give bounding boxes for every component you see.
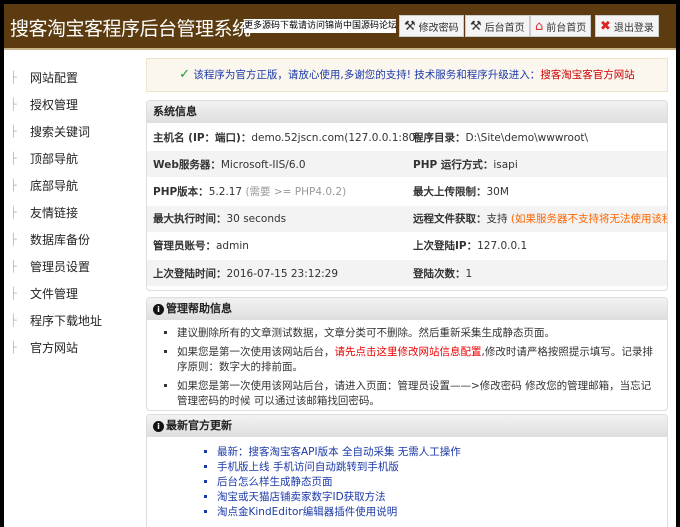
admin-home-button[interactable]: ⚒后台首页	[465, 15, 530, 37]
tree-line-icon: ├	[10, 152, 30, 165]
tree-line-icon: ├	[10, 233, 30, 246]
official-site-link[interactable]: 搜客淘宝客官方网站	[540, 69, 635, 81]
marquee-notice[interactable]: 更多源码下载请访问锦尚中国源码论坛	[244, 19, 396, 33]
info-row: 主机名 (IP：端口)：demo.52jscn.com(127.0.0.1:80…	[147, 123, 667, 150]
info-cell: 管理员账号：admin	[147, 238, 407, 253]
sidebar-item[interactable]: ├程序下载地址	[4, 307, 144, 334]
news-link[interactable]: 淘宝或天猫店铺卖家数字ID获取方法	[217, 490, 667, 505]
app-title: 搜客淘宝客程序后台管理系统	[10, 14, 251, 41]
info-row: 最大执行时间：30 seconds远程文件获取：支持 (如果服务器不支持将无法使…	[147, 205, 667, 232]
sidebar-item[interactable]: ├管理员设置	[4, 253, 144, 280]
news-link[interactable]: 最新：搜客淘宝客API版本 全自动采集 无需人工操作	[217, 445, 667, 460]
license-notice: ✓ 该程序为官方正版，请放心使用,多谢您的支持! 技术服务和程序升级进入：搜客淘…	[146, 58, 668, 92]
info-icon: i	[153, 421, 164, 432]
tools-icon: ⚒	[470, 19, 482, 34]
logout-button[interactable]: ✖退出登录	[595, 15, 659, 37]
change-password-button[interactable]: ⚒修改密码	[399, 15, 464, 37]
site-config-link[interactable]: 请先点击这里修改网站信息配置	[335, 346, 482, 358]
news-panel: i最新官方更新 最新：搜客淘宝客API版本 全自动采集 无需人工操作手机版上线 …	[146, 414, 668, 527]
sidebar-item[interactable]: ├数据库备份	[4, 226, 144, 253]
info-row: 管理员账号：admin上次登陆IP：127.0.0.1	[147, 232, 667, 259]
sidebar-item[interactable]: ├网站配置	[4, 64, 144, 91]
tree-line-icon: ├	[10, 179, 30, 192]
info-cell: PHP版本：5.2.17 (需要 >= PHP4.0.2)	[147, 184, 407, 199]
home-icon: ⌂	[535, 19, 543, 34]
help-panel: i管理帮助信息 建议删除所有的文章测试数据，文章分类可不删除。然后重新采集生成静…	[146, 297, 668, 411]
sidebar: ├网站配置├授权管理├搜索关键词├顶部导航├底部导航├友情链接├数据库备份├管理…	[4, 64, 144, 361]
tree-line-icon: ├	[10, 314, 30, 327]
news-link[interactable]: 后台怎么样生成静态页面	[217, 475, 667, 490]
sidebar-item[interactable]: ├底部导航	[4, 172, 144, 199]
news-link[interactable]: 手机版上线 手机访问自动跳转到手机版	[217, 460, 667, 475]
panel-title: 最新官方更新	[166, 419, 232, 432]
info-row: 上次登陆时间：2016-07-15 23:12:29登陆次数：1	[147, 259, 667, 286]
sidebar-item[interactable]: ├搜索关键词	[4, 118, 144, 145]
panel-title: 管理帮助信息	[166, 302, 232, 315]
system-info-panel: 系统信息 主机名 (IP：端口)：demo.52jscn.com(127.0.0…	[146, 100, 668, 291]
sidebar-item[interactable]: ├官方网站	[4, 334, 144, 361]
tree-line-icon: ├	[10, 260, 30, 273]
info-cell: 最大上传限制：30M	[407, 184, 667, 199]
tree-line-icon: ├	[10, 287, 30, 300]
info-cell: 上次登陆IP：127.0.0.1	[407, 238, 667, 253]
tree-line-icon: ├	[10, 206, 30, 219]
news-link[interactable]: 淘点金KindEditor编辑器插件使用说明	[217, 505, 667, 520]
info-cell: 主机名 (IP：端口)：demo.52jscn.com(127.0.0.1:80…	[147, 130, 407, 145]
info-cell: 程序目录：D:\Site\demo\wwwroot\	[407, 130, 667, 145]
info-cell: Web服务器：Microsoft-IIS/6.0	[147, 157, 407, 172]
tree-line-icon: ├	[10, 341, 30, 354]
sidebar-item[interactable]: ├授权管理	[4, 91, 144, 118]
info-row: PHP版本：5.2.17 (需要 >= PHP4.0.2)最大上传限制：30M	[147, 177, 667, 204]
info-row: Web服务器：Microsoft-IIS/6.0PHP 运行方式：isapi	[147, 150, 667, 177]
check-icon: ✓	[179, 67, 190, 82]
info-cell: 最大执行时间：30 seconds	[147, 211, 407, 226]
sidebar-item[interactable]: ├友情链接	[4, 199, 144, 226]
info-cell: 登陆次数：1	[407, 266, 667, 281]
info-icon: i	[153, 304, 164, 315]
tree-line-icon: ├	[10, 71, 30, 84]
info-cell: PHP 运行方式：isapi	[407, 157, 667, 172]
admin-window: 搜客淘宝客程序后台管理系统 更多源码下载请访问锦尚中国源码论坛 ⚒修改密码 ⚒后…	[4, 4, 676, 527]
logout-icon: ✖	[600, 19, 611, 34]
help-item: 建议删除所有的文章测试数据，文章分类可不删除。然后重新采集生成静态页面。	[177, 326, 657, 341]
info-cell: 远程文件获取：支持 (如果服务器不支持将无法使用该程序)	[407, 211, 667, 226]
tools-icon: ⚒	[404, 19, 416, 34]
frontend-home-button[interactable]: ⌂前台首页	[530, 15, 591, 37]
help-item: 如果您是第一次使用该网站后台，请先点击这里修改网站信息配置,修改时请严格按照提示…	[177, 345, 657, 375]
help-item: 如果您是第一次使用该网站后台，请进入页面：管理员设置——>修改密码 修改您的管理…	[177, 379, 657, 409]
sidebar-item[interactable]: ├文件管理	[4, 280, 144, 307]
info-row: 技术团队：搜客淘宝客♟732515587程序版本： sk-taokeapi-v6…	[147, 286, 667, 291]
info-cell: 上次登陆时间：2016-07-15 23:12:29	[147, 266, 407, 281]
panel-title: 系统信息	[147, 101, 667, 123]
header: 搜客淘宝客程序后台管理系统 更多源码下载请访问锦尚中国源码论坛 ⚒修改密码 ⚒后…	[4, 4, 676, 50]
tree-line-icon: ├	[10, 98, 30, 111]
sidebar-item[interactable]: ├顶部导航	[4, 145, 144, 172]
tree-line-icon: ├	[10, 125, 30, 138]
